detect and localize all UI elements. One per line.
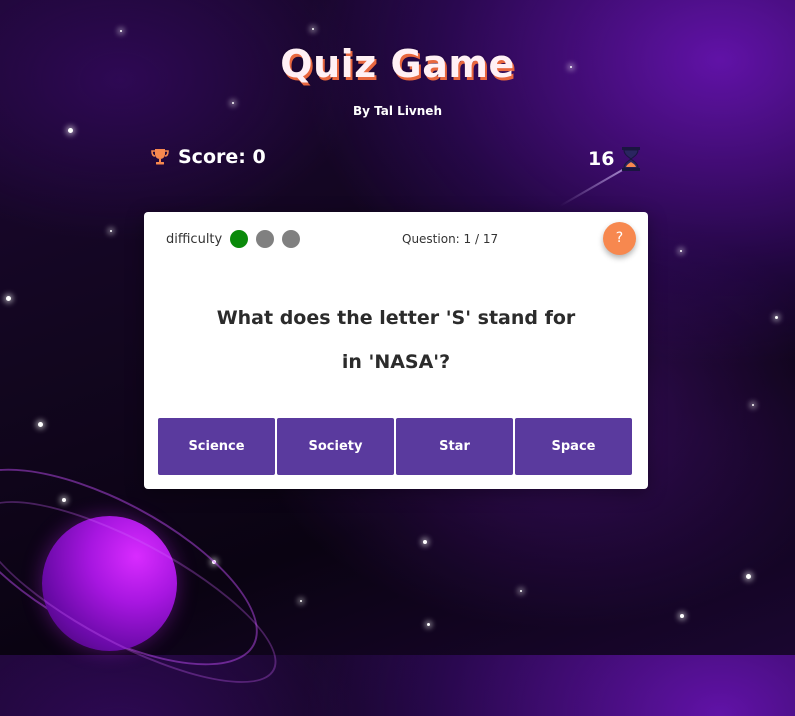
score-display: Score: 0 — [150, 146, 266, 168]
timer-display: 16 — [588, 146, 642, 172]
answer-button-science[interactable]: Science — [158, 418, 275, 475]
help-button[interactable]: ? — [603, 222, 636, 255]
question-card: difficulty Question: 1 / 17 ? What does … — [144, 212, 648, 489]
difficulty-indicator: difficulty — [166, 230, 301, 248]
score-label: Score: 0 — [178, 146, 266, 168]
star — [520, 590, 522, 592]
hourglass-icon — [620, 146, 642, 172]
author-byline: By Tal Livneh — [353, 104, 442, 118]
star — [120, 30, 122, 32]
star — [68, 128, 73, 133]
star — [423, 540, 427, 544]
answer-button-space[interactable]: Space — [515, 418, 632, 475]
timer-seconds: 16 — [588, 148, 615, 170]
star — [6, 296, 11, 301]
star — [110, 230, 112, 232]
star — [680, 614, 684, 618]
star — [300, 600, 302, 602]
star — [746, 574, 751, 579]
difficulty-label: difficulty — [166, 231, 223, 247]
star — [680, 250, 682, 252]
star — [312, 28, 314, 30]
difficulty-dot-active — [230, 230, 249, 248]
difficulty-dot-inactive — [256, 230, 275, 248]
answer-button-star[interactable]: Star — [396, 418, 513, 475]
trophy-icon — [150, 147, 170, 167]
answer-options: Science Society Star Space — [158, 418, 632, 475]
question-line: What does the letter 'S' stand for — [216, 307, 576, 329]
game-title: Quiz Game — [280, 42, 515, 86]
star — [775, 316, 778, 319]
question-text: What does the letter 'S' stand for in 'N… — [184, 296, 608, 384]
star — [752, 404, 754, 406]
question-counter: Question: 1 / 17 — [402, 232, 499, 246]
star — [38, 422, 43, 427]
answer-button-society[interactable]: Society — [277, 418, 394, 475]
difficulty-dot-inactive — [282, 230, 301, 248]
star — [427, 623, 430, 626]
question-line: in 'NASA'? — [341, 351, 451, 373]
